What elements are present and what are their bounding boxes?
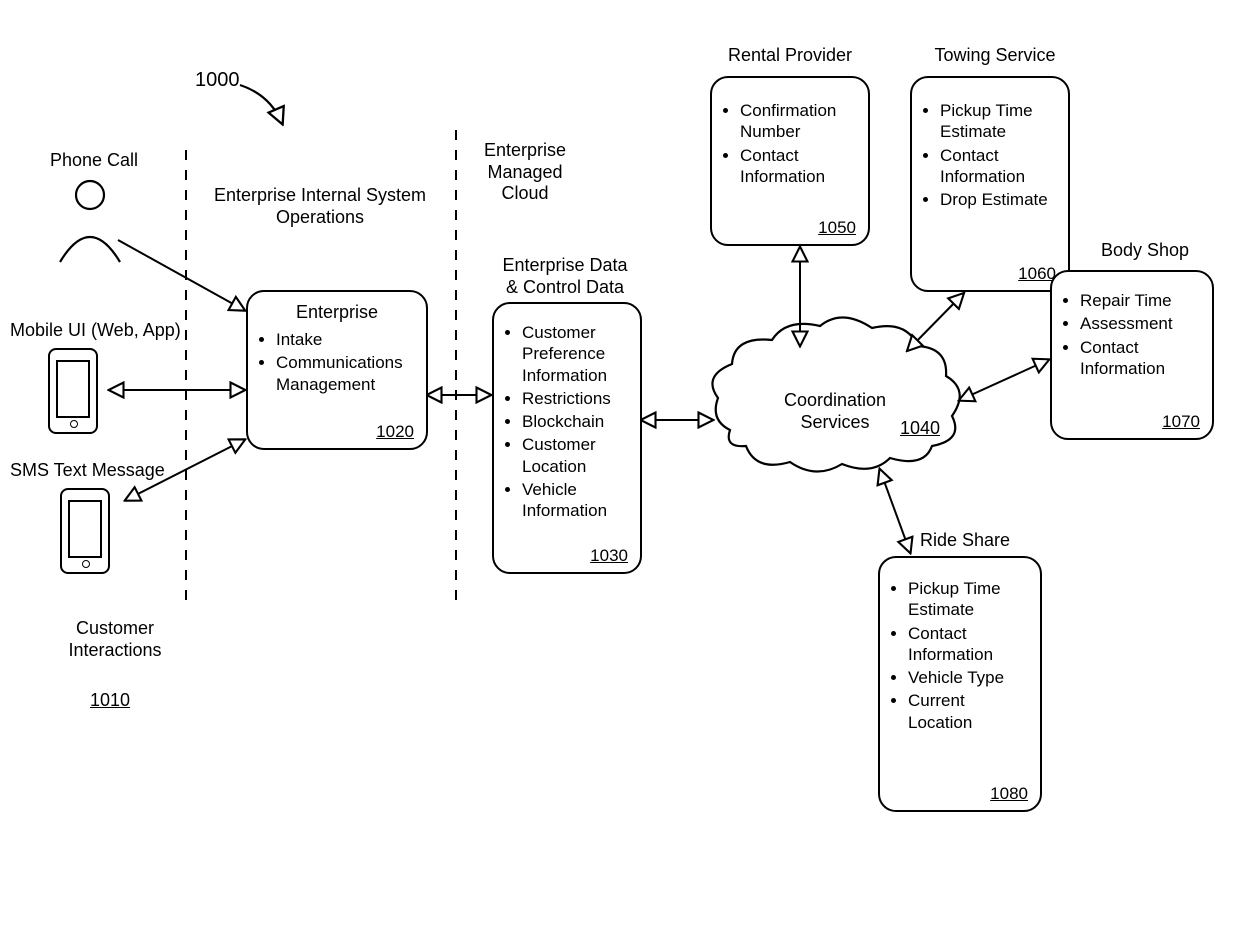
internal-ops-label: Enterprise Internal SystemOperations (205, 185, 435, 228)
enterprise-data-ref: 1030 (590, 546, 628, 566)
list-item: Customer Preference Information (522, 322, 630, 386)
list-item: Confirmation Number (740, 100, 858, 143)
coordination-ref: 1040 (900, 418, 940, 440)
figure-ref-1000: 1000 (195, 68, 240, 92)
enterprise-data-box: Customer Preference Information Restrict… (492, 302, 642, 574)
list-item: Repair Time (1080, 290, 1202, 311)
enterprise-box: Enterprise Intake Communications Managem… (246, 290, 428, 450)
list-item: Contact Information (908, 623, 1030, 666)
rideshare-list: Pickup Time Estimate Contact Information… (908, 578, 1030, 733)
customer-interactions-label: CustomerInteractions (60, 618, 170, 661)
list-item: Contact Information (1080, 337, 1202, 380)
list-item: Pickup Time Estimate (908, 578, 1030, 621)
list-item: Customer Location (522, 434, 630, 477)
managed-cloud-label: EnterpriseManagedCloud (475, 140, 575, 205)
rental-list: Confirmation Number Contact Information (740, 100, 858, 187)
list-item: Intake (276, 329, 416, 350)
customer-interactions-ref: 1010 (90, 690, 130, 712)
bodyshop-box: Repair Time Assessment Contact Informati… (1050, 270, 1214, 440)
rideshare-title: Ride Share (910, 530, 1020, 552)
rideshare-box: Pickup Time Estimate Contact Information… (878, 556, 1042, 812)
list-item: Contact Information (740, 145, 858, 188)
list-item: Blockchain (522, 411, 630, 432)
enterprise-data-list: Customer Preference Information Restrict… (522, 322, 630, 521)
bodyshop-title: Body Shop (1090, 240, 1200, 262)
list-item: Restrictions (522, 388, 630, 409)
enterprise-data-title: Enterprise Data& Control Data (495, 255, 635, 298)
towing-title: Towing Service (925, 45, 1065, 67)
mobile-phone-icon (48, 348, 98, 434)
list-item: Vehicle Type (908, 667, 1030, 688)
list-item: Vehicle Information (522, 479, 630, 522)
coordination-label: CoordinationServices (775, 390, 895, 433)
rental-ref: 1050 (818, 218, 856, 238)
bodyshop-list: Repair Time Assessment Contact Informati… (1080, 290, 1202, 379)
rental-title: Rental Provider (720, 45, 860, 67)
mobile-ui-label: Mobile UI (Web, App) (10, 320, 181, 342)
sms-label: SMS Text Message (10, 460, 165, 482)
towing-box: Pickup Time Estimate Contact Information… (910, 76, 1070, 292)
diagram-stage: { "figureRef": "1000", "labels": { "phon… (0, 0, 1240, 928)
list-item: Communications Management (276, 352, 416, 395)
enterprise-list: Intake Communications Management (276, 329, 416, 395)
enterprise-title: Enterprise (258, 302, 416, 323)
bodyshop-ref: 1070 (1162, 412, 1200, 432)
rental-box: Confirmation Number Contact Information … (710, 76, 870, 246)
list-item: Contact Information (940, 145, 1058, 188)
list-item: Assessment (1080, 313, 1202, 334)
rideshare-ref: 1080 (990, 784, 1028, 804)
list-item: Current Location (908, 690, 1030, 733)
list-item: Drop Estimate (940, 189, 1058, 210)
enterprise-ref: 1020 (376, 422, 414, 442)
towing-list: Pickup Time Estimate Contact Information… (940, 100, 1058, 210)
sms-phone-icon (60, 488, 110, 574)
phone-call-label: Phone Call (50, 150, 138, 172)
list-item: Pickup Time Estimate (940, 100, 1058, 143)
